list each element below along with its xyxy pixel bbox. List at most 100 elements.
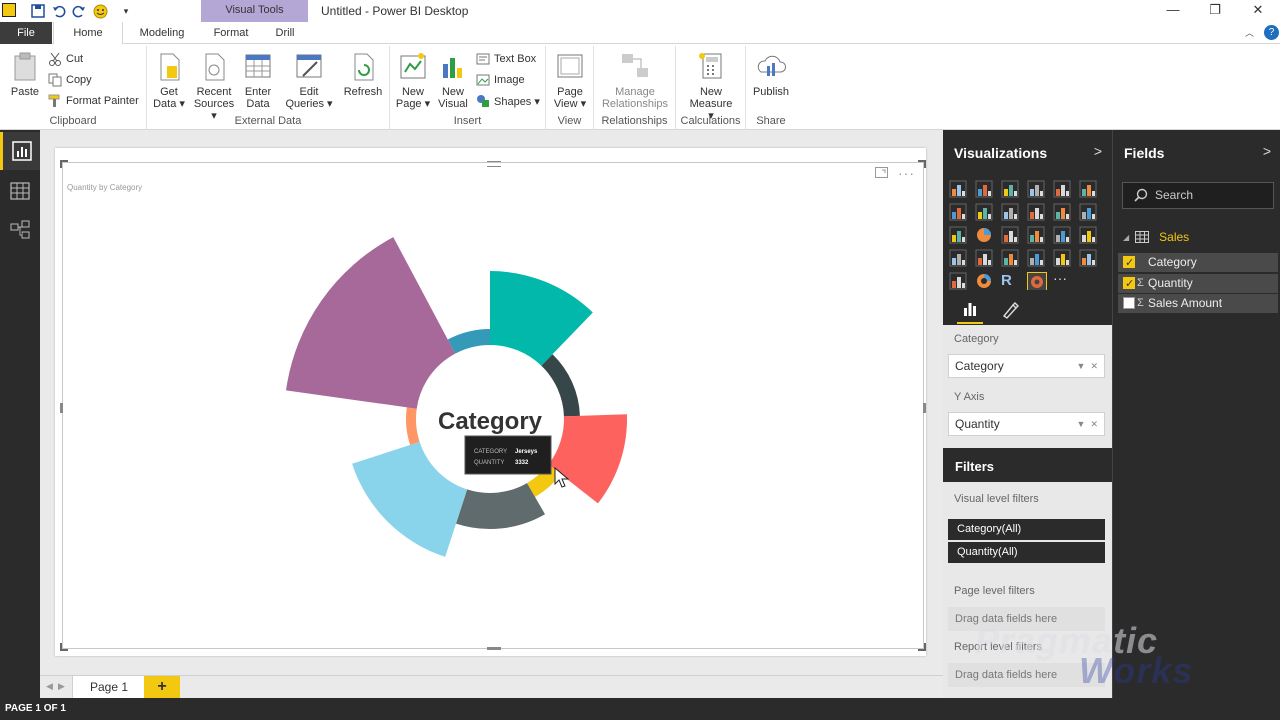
field-category[interactable]: Category bbox=[1118, 253, 1278, 273]
tab-modeling[interactable]: Modeling bbox=[127, 22, 197, 44]
well-dropdown-remove-icon[interactable]: ▼ ✕ bbox=[1077, 413, 1098, 435]
collapse-table-icon[interactable]: ◢ bbox=[1123, 233, 1129, 242]
page-view-button[interactable]: Page View ▾ bbox=[552, 50, 588, 110]
help-icon[interactable]: ? bbox=[1264, 25, 1279, 40]
aster-plot-icon[interactable] bbox=[1027, 272, 1047, 292]
map-icon[interactable] bbox=[1027, 226, 1047, 246]
resize-handle[interactable] bbox=[923, 403, 926, 413]
ribbon-chart-icon[interactable] bbox=[1079, 203, 1099, 223]
view-switcher bbox=[0, 130, 40, 698]
page-tab-page-1[interactable]: Page 1 bbox=[72, 676, 146, 699]
category-well[interactable]: Category ▼ ✕ bbox=[948, 354, 1105, 378]
format-painter-button[interactable]: Format Painter bbox=[48, 92, 139, 110]
paste-button[interactable]: Paste bbox=[8, 50, 42, 98]
collapse-pane-icon[interactable]: > bbox=[1094, 143, 1102, 159]
card-icon[interactable] bbox=[1027, 249, 1047, 269]
table-node-sales[interactable]: ◢ Sales bbox=[1123, 230, 1189, 244]
donut-chart-icon[interactable] bbox=[975, 272, 995, 292]
aster-slice[interactable] bbox=[286, 237, 456, 409]
save-icon[interactable] bbox=[30, 3, 46, 19]
restore-button[interactable]: ❐ bbox=[1200, 2, 1230, 20]
field-sales-amount[interactable]: Σ Sales Amount bbox=[1118, 294, 1278, 313]
shapes-icon bbox=[476, 94, 490, 108]
area-chart-icon[interactable] bbox=[975, 203, 995, 223]
page-filter-drop-zone[interactable]: Drag data fields here bbox=[948, 607, 1105, 631]
100-stacked-column-chart-icon[interactable] bbox=[1079, 180, 1099, 200]
aster-slice[interactable] bbox=[447, 329, 490, 354]
funnel-icon[interactable] bbox=[975, 249, 995, 269]
shapes-button[interactable]: Shapes ▾ bbox=[476, 92, 540, 110]
fields-tab[interactable] bbox=[957, 298, 983, 324]
new-measure-button[interactable]: New Measure ▾ bbox=[686, 50, 736, 122]
filter-quantity[interactable]: Quantity(All) bbox=[948, 542, 1105, 563]
yaxis-well[interactable]: Quantity ▼ ✕ bbox=[948, 412, 1105, 436]
fields-header: Fields > bbox=[1113, 130, 1280, 174]
tab-format[interactable]: Format bbox=[201, 22, 261, 44]
add-page-button[interactable]: + bbox=[144, 676, 180, 699]
minimize-button[interactable]: — bbox=[1158, 2, 1188, 20]
collapse-pane-icon[interactable]: > bbox=[1263, 143, 1271, 159]
100-stacked-bar-chart-icon[interactable] bbox=[1053, 180, 1073, 200]
multi-row-card-icon[interactable] bbox=[1053, 249, 1073, 269]
manage-relationships-button[interactable]: Manage Relationships bbox=[598, 50, 672, 110]
clustered-column-chart-icon[interactable] bbox=[1027, 180, 1047, 200]
prev-page-icon[interactable]: ◀ bbox=[46, 681, 53, 692]
tab-home[interactable]: Home bbox=[53, 22, 123, 45]
field-checkbox[interactable] bbox=[1123, 275, 1135, 294]
aster-slice[interactable] bbox=[490, 271, 593, 366]
aster-slice[interactable] bbox=[405, 407, 420, 445]
waterfall-chart-icon[interactable] bbox=[949, 249, 969, 269]
tab-file[interactable]: File bbox=[0, 22, 52, 44]
matrix-icon[interactable] bbox=[1079, 226, 1099, 246]
well-dropdown-remove-icon[interactable]: ▼ ✕ bbox=[1077, 355, 1098, 377]
kpi-icon[interactable] bbox=[1079, 249, 1099, 269]
filter-category[interactable]: Category(All) bbox=[948, 519, 1105, 540]
slicer-icon[interactable] bbox=[949, 272, 969, 292]
table-icon[interactable] bbox=[1053, 226, 1073, 246]
line-chart-icon[interactable] bbox=[949, 203, 969, 223]
pie-chart-icon[interactable] bbox=[975, 226, 995, 246]
r-visual-icon[interactable]: R bbox=[1001, 272, 1021, 292]
smiley-feedback-icon[interactable] bbox=[92, 3, 108, 19]
aster-slice[interactable] bbox=[548, 414, 628, 504]
close-button[interactable]: ✕ bbox=[1243, 2, 1273, 20]
new-visual-button[interactable]: New Visual bbox=[434, 50, 472, 110]
stacked-bar-chart-icon[interactable] bbox=[949, 180, 969, 200]
collapse-ribbon-icon[interactable]: ︿ bbox=[1245, 26, 1254, 39]
field-quantity[interactable]: Σ Quantity bbox=[1118, 274, 1278, 294]
edit-queries-button[interactable]: Edit Queries ▾ bbox=[285, 50, 333, 110]
field-checkbox[interactable] bbox=[1123, 297, 1135, 309]
line-stacked-column-chart-icon[interactable] bbox=[1027, 203, 1047, 223]
recent-sources-button[interactable]: Recent Sources ▾ bbox=[191, 50, 237, 122]
get-data-icon bbox=[160, 53, 180, 81]
more-visuals-icon[interactable]: ··· bbox=[1053, 271, 1073, 292]
cut-button[interactable]: Cut bbox=[48, 50, 83, 68]
scatter-chart-icon[interactable] bbox=[949, 226, 969, 246]
enter-data-button[interactable]: Enter Data bbox=[239, 50, 277, 110]
stacked-area-chart-icon[interactable] bbox=[1001, 203, 1021, 223]
tab-drill[interactable]: Drill bbox=[262, 22, 308, 44]
field-checkbox[interactable] bbox=[1123, 254, 1135, 273]
aster-plot-visual[interactable]: Quantity by Category ··· Category CATEGO… bbox=[60, 160, 926, 651]
relationships-view-button[interactable] bbox=[0, 211, 40, 249]
copy-button[interactable]: Copy bbox=[48, 71, 92, 89]
get-data-button[interactable]: Get Data ▾ bbox=[149, 50, 189, 110]
undo-icon[interactable] bbox=[51, 3, 67, 19]
new-page-button[interactable]: New Page ▾ bbox=[394, 50, 432, 110]
data-view-button[interactable] bbox=[0, 172, 40, 210]
line-clustered-column-chart-icon[interactable] bbox=[1053, 203, 1073, 223]
publish-button[interactable]: Publish bbox=[750, 50, 792, 98]
quick-access-dropdown-icon[interactable]: ▾ bbox=[118, 3, 134, 19]
clustered-bar-chart-icon[interactable] bbox=[1001, 180, 1021, 200]
report-filter-drop-zone[interactable]: Drag data fields here bbox=[948, 663, 1105, 687]
format-tab[interactable] bbox=[997, 298, 1023, 324]
next-page-icon[interactable]: ▶ bbox=[58, 681, 65, 692]
redo-icon[interactable] bbox=[71, 3, 87, 19]
report-view-button[interactable] bbox=[0, 132, 40, 170]
image-button[interactable]: Image bbox=[476, 71, 525, 89]
stacked-column-chart-icon[interactable] bbox=[975, 180, 995, 200]
refresh-button[interactable]: Refresh bbox=[341, 50, 385, 98]
treemap-icon[interactable] bbox=[1001, 226, 1021, 246]
gauge-icon[interactable] bbox=[1001, 249, 1021, 269]
text-box-button[interactable]: Text Box bbox=[476, 50, 536, 68]
